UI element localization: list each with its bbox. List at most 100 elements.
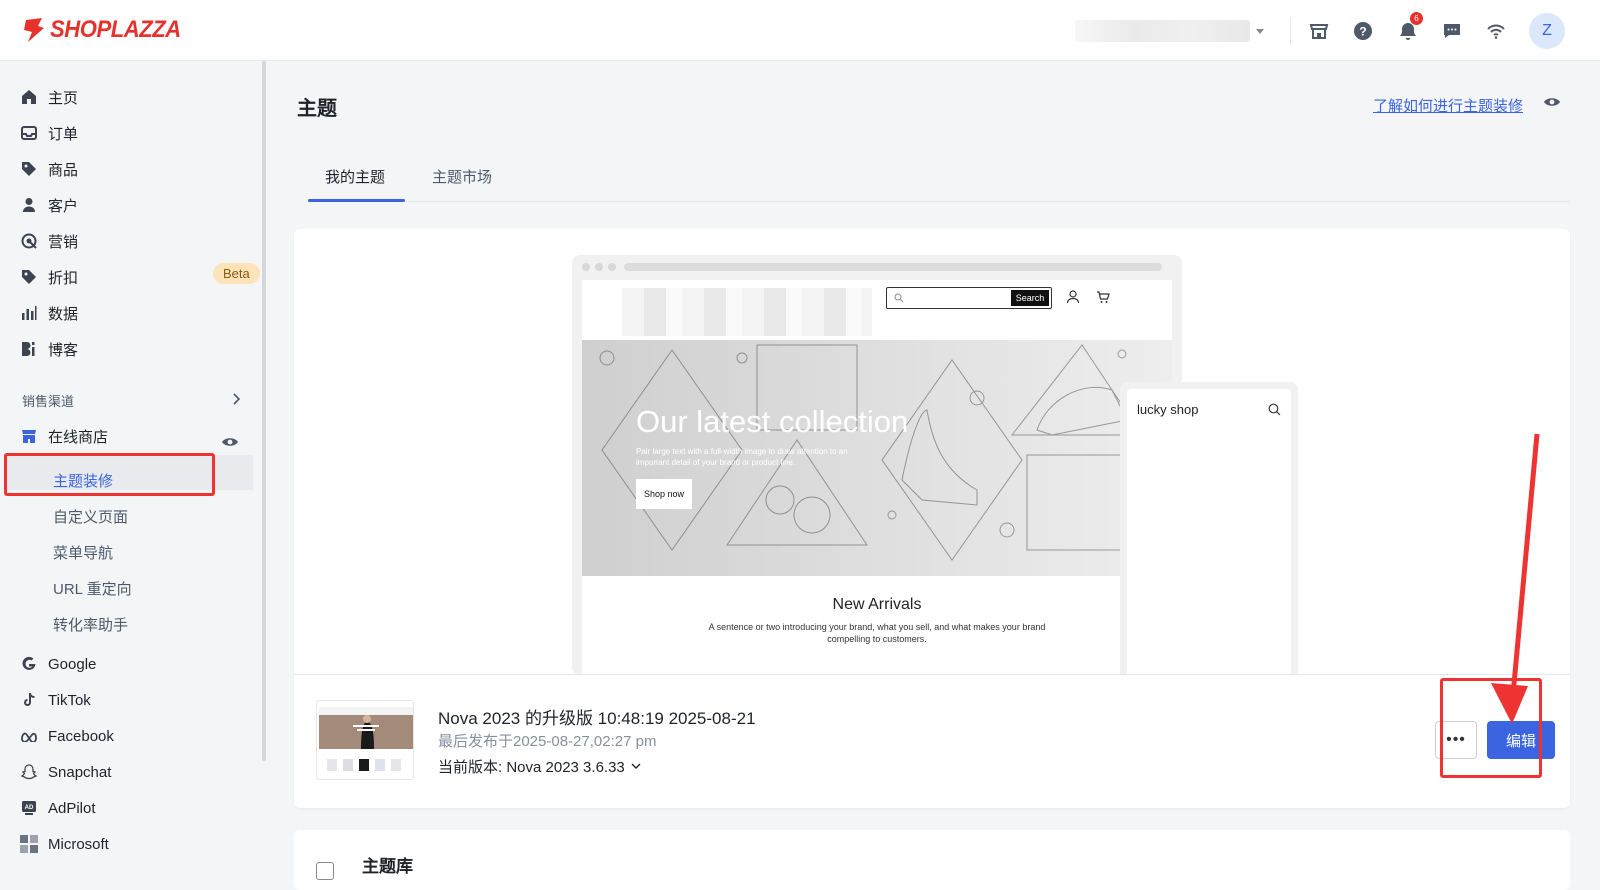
sidebar-item-label: 营销 — [48, 233, 79, 251]
sidebar-item-online-store[interactable]: 在线商店 — [20, 422, 240, 450]
theme-info-bar: Nova 2023 的升级版 10:48:19 2025-08-21 最后发布于… — [294, 674, 1570, 808]
sidebar-item-tiktok[interactable]: TikTok — [20, 686, 91, 714]
sidebar-item-snapchat[interactable]: Snapchat — [20, 758, 111, 786]
library-icon — [316, 862, 334, 880]
preview-search-box: Search — [886, 287, 1052, 309]
sidebar-item-home[interactable]: 主页 — [20, 83, 78, 111]
sidebar-sub-custom-pages[interactable]: 自定义页面 — [53, 503, 128, 529]
discount-tag-icon — [20, 268, 38, 286]
user-icon — [20, 196, 38, 214]
preview-site-header: Search — [582, 280, 1172, 340]
sidebar-item-adpilot[interactable]: AD AdPilot — [20, 794, 96, 822]
svg-text:AD: AD — [25, 805, 34, 811]
sidebar-item-label: Microsoft — [48, 835, 109, 853]
sidebar-item-blog[interactable]: 博客 — [20, 335, 78, 363]
target-icon — [20, 232, 38, 250]
chevron-right-icon[interactable] — [232, 392, 242, 406]
page-title: 主题 — [297, 98, 337, 120]
tab-theme-market[interactable]: 主题市场 — [432, 166, 492, 187]
sidebar-item-marketing[interactable]: 营销 — [20, 227, 78, 255]
preview-hero: Our latest collection Pair large text wi… — [582, 340, 1172, 576]
sidebar-item-label: 折扣 — [48, 269, 79, 287]
preview-logo-blurred — [622, 288, 872, 336]
browser-dots — [582, 263, 616, 271]
search-icon — [1268, 403, 1281, 416]
notification-bell-icon[interactable]: 6 — [1395, 12, 1423, 44]
theme-library-title: 主题库 — [362, 857, 413, 876]
sidebar-sub-url-redirect[interactable]: URL 重定向 — [53, 575, 132, 601]
tab-active-indicator — [308, 199, 405, 202]
sidebar-item-microsoft[interactable]: Microsoft — [20, 830, 109, 858]
chevron-down-icon — [631, 763, 641, 769]
highlight-box-edit-button — [1440, 678, 1542, 778]
sidebar-item-google[interactable]: Google — [20, 650, 96, 678]
beta-badge: Beta — [213, 263, 260, 284]
message-icon[interactable] — [1439, 18, 1465, 44]
store-selector[interactable] — [1075, 18, 1270, 44]
eye-icon[interactable] — [1543, 96, 1561, 108]
theme-version-selector[interactable]: 当前版本: Nova 2023 3.6.33 — [438, 756, 641, 777]
sidebar-sub-conversion-assistant[interactable]: 转化率助手 — [53, 611, 128, 637]
current-theme-card: Search Our latest collection Pair large … — [294, 229, 1570, 808]
top-bar: SHOPLAZZA ? 6 Z — [0, 0, 1600, 61]
preview-arrivals-title: New Arrivals — [832, 596, 922, 613]
mobile-screen: lucky shop — [1127, 389, 1291, 679]
browser-url-bar — [624, 263, 1162, 271]
preview-arrivals-subtitle: A sentence or two introducing your brand… — [708, 622, 1046, 644]
top-divider — [1290, 17, 1291, 45]
sidebar-item-label: 数据 — [48, 305, 79, 323]
sidebar-item-customers[interactable]: 客户 — [20, 191, 78, 219]
sidebar-item-products[interactable]: 商品 — [20, 155, 78, 183]
inbox-icon — [20, 124, 38, 142]
shoplazza-logo[interactable]: SHOPLAZZA — [22, 16, 192, 44]
sales-channels-label: 销售渠道 — [22, 394, 75, 409]
sidebar-item-label: Facebook — [48, 727, 114, 745]
theme-library-card: 主题库 — [294, 830, 1570, 890]
help-link[interactable]: 了解如何进行主题装修 — [1373, 95, 1523, 116]
user-avatar[interactable]: Z — [1529, 13, 1565, 49]
sidebar-item-analytics[interactable]: 数据 — [20, 299, 78, 327]
sidebar-item-label: TikTok — [48, 691, 91, 709]
theme-preview[interactable]: Search Our latest collection Pair large … — [294, 229, 1570, 682]
account-icon — [1066, 290, 1080, 304]
storefront-icon — [20, 427, 38, 445]
notification-badge: 6 — [1410, 12, 1423, 25]
meta-icon — [20, 727, 38, 745]
tiktok-icon — [20, 691, 38, 709]
preview-hero-title: Our latest collection — [636, 404, 909, 439]
sidebar-item-label: AdPilot — [48, 799, 96, 817]
sidebar-item-facebook[interactable]: Facebook — [20, 722, 114, 750]
help-icon[interactable]: ? — [1350, 18, 1376, 44]
theme-thumbnail — [316, 700, 414, 780]
ad-icon: AD — [20, 799, 38, 817]
preview-search-button: Search — [1011, 290, 1049, 306]
sidebar-item-label: 主页 — [48, 89, 79, 107]
highlight-box-theme-decoration — [4, 453, 215, 496]
theme-published-time: 最后发布于2025-08-27,02:27 pm — [438, 733, 657, 750]
sidebar-item-label: 订单 — [48, 125, 79, 143]
theme-version-label: 当前版本: Nova 2023 3.6.33 — [438, 759, 625, 776]
wifi-icon[interactable] — [1483, 18, 1509, 44]
store-icon[interactable] — [1306, 18, 1332, 44]
snapchat-icon — [20, 763, 38, 781]
preview-site: Search Our latest collection Pair large … — [582, 280, 1172, 675]
preview-shop-now-button: Shop now — [636, 479, 692, 509]
sidebar-item-label: Snapchat — [48, 763, 112, 781]
sidebar-item-orders[interactable]: 订单 — [20, 119, 78, 147]
mobile-shop-name: lucky shop — [1137, 402, 1199, 417]
tag-icon — [20, 160, 38, 178]
store-name-blurred — [1075, 20, 1250, 42]
sidebar-item-discounts[interactable]: 折扣 Beta — [20, 263, 260, 291]
sidebar-sub-menu-navigation[interactable]: 菜单导航 — [53, 539, 113, 565]
sidebar-item-label: Google — [48, 655, 97, 673]
desktop-preview: Search Our latest collection Pair large … — [572, 255, 1182, 675]
tab-my-themes[interactable]: 我的主题 — [325, 166, 385, 187]
sidebar-item-label: 在线商店 — [48, 428, 109, 446]
preview-hero-subtitle: Pair large text with a full-width image … — [636, 447, 848, 467]
theme-name: Nova 2023 的升级版 10:48:19 2025-08-21 — [438, 709, 756, 728]
bar-chart-icon — [20, 304, 38, 322]
eye-icon[interactable] — [221, 436, 239, 448]
sidebar-scrollbar[interactable] — [262, 61, 266, 761]
cart-icon — [1097, 291, 1110, 303]
logo-text: SHOPLAZZA — [50, 16, 181, 43]
